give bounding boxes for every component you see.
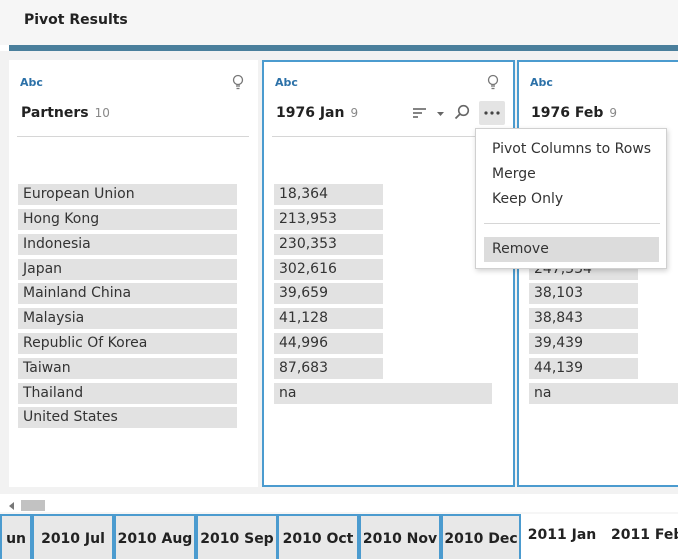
value-row[interactable]: 44,139	[529, 358, 638, 379]
value-row[interactable]: Mainland China	[18, 283, 237, 304]
value-row[interactable]: Thailand	[18, 383, 237, 404]
column-tab[interactable]: 2010 Dec	[441, 514, 521, 559]
context-menu: Pivot Columns to Rows Merge Keep Only Re…	[475, 128, 667, 269]
field-name[interactable]: Partners 10	[21, 105, 110, 121]
column-tab[interactable]: un	[0, 514, 32, 559]
field-count: 9	[350, 106, 359, 120]
value-row[interactable]: 302,616	[274, 259, 383, 280]
value-row[interactable]: 38,103	[529, 283, 638, 304]
header-divider	[17, 136, 249, 137]
value-row[interactable]: 39,659	[274, 283, 383, 304]
column-tab[interactable]: 2010 Jul	[32, 514, 114, 559]
menu-divider	[484, 223, 660, 224]
menu-item-keep-only[interactable]: Keep Only	[492, 191, 563, 207]
value-row[interactable]: 213,953	[274, 209, 383, 230]
column-tab[interactable]: 2011 Feb	[603, 514, 678, 559]
value-row[interactable]: Japan	[18, 259, 237, 280]
value-row[interactable]: 39,439	[529, 333, 638, 354]
header: Pivot Results	[0, 0, 678, 45]
type-label: Abc	[275, 76, 298, 89]
column-tab[interactable]: 2011 Jan	[521, 514, 603, 559]
field-name-label: Partners	[21, 105, 89, 121]
type-label: Abc	[20, 76, 43, 89]
column-tab[interactable]: 2010 Oct	[277, 514, 359, 559]
value-row[interactable]: Hong Kong	[18, 209, 237, 230]
value-row[interactable]: 87,683	[274, 358, 383, 379]
page-title: Pivot Results	[24, 12, 128, 28]
value-row[interactable]: 38,843	[529, 308, 638, 329]
more-options-icon	[484, 111, 500, 115]
value-row[interactable]: na	[529, 383, 678, 404]
value-row[interactable]: Taiwan	[18, 358, 237, 379]
menu-item-remove[interactable]: Remove	[484, 237, 659, 262]
lightbulb-icon[interactable]	[231, 74, 245, 92]
value-row[interactable]: 230,353	[274, 234, 383, 255]
sort-icon[interactable]	[412, 106, 428, 120]
value-row[interactable]: 41,128	[274, 308, 383, 329]
lightbulb-icon[interactable]	[486, 74, 500, 92]
value-row[interactable]: na	[274, 383, 492, 404]
column-tab[interactable]: 2010 Aug	[114, 514, 196, 559]
value-row[interactable]: Malaysia	[18, 308, 237, 329]
menu-item-merge[interactable]: Merge	[492, 166, 536, 182]
field-name[interactable]: 1976 Feb 9	[531, 105, 617, 121]
value-row[interactable]: Republic Of Korea	[18, 333, 237, 354]
horizontal-scrollbar[interactable]	[0, 494, 678, 512]
chevron-down-icon[interactable]	[436, 111, 445, 117]
value-row[interactable]: 44,996	[274, 333, 383, 354]
field-card-1976-feb[interactable]: Abc 1976 Feb 9 247,334 38,103 38,843 39,4…	[517, 60, 678, 487]
field-count: 10	[94, 106, 110, 120]
header-divider	[272, 136, 508, 137]
field-card-partners[interactable]: Abc Partners 10 European Union Hong Kong …	[9, 60, 258, 487]
column-tab[interactable]: 2010 Nov	[359, 514, 441, 559]
search-icon[interactable]	[454, 104, 470, 120]
more-options-button[interactable]	[479, 101, 505, 125]
field-card-1976-jan[interactable]: Abc 1976 Jan 9 18,364 213,953 230,353 302…	[262, 60, 515, 487]
field-name[interactable]: 1976 Jan 9	[276, 105, 358, 121]
field-name-label: 1976 Jan	[276, 105, 345, 121]
value-row[interactable]: 18,364	[274, 184, 383, 205]
value-row[interactable]: United States	[18, 407, 237, 428]
menu-item-pivot-columns-to-rows[interactable]: Pivot Columns to Rows	[492, 141, 651, 157]
column-tab[interactable]: 2010 Sep	[196, 514, 278, 559]
type-label: Abc	[530, 76, 553, 89]
field-name-label: 1976 Feb	[531, 105, 604, 121]
field-count: 9	[609, 106, 617, 120]
value-row[interactable]: Indonesia	[18, 234, 237, 255]
value-row[interactable]: European Union	[18, 184, 237, 205]
scroll-thumb[interactable]	[21, 500, 45, 511]
scroll-left-icon[interactable]	[9, 502, 14, 510]
